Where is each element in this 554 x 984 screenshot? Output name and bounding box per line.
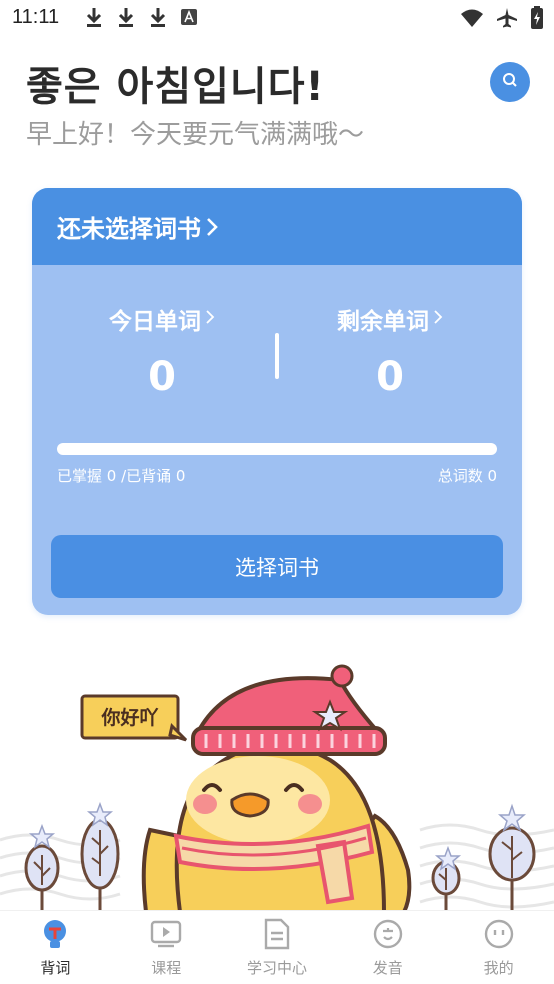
wordbook-card: 还未选择词书 今日单词 0 剩余单词 0 已掌握 0 /已背诵 0 总词数 0 … <box>32 188 522 615</box>
lightbulb-icon <box>38 917 72 951</box>
hello-bubble-text: 你好吖 <box>100 706 158 729</box>
nav-label-profile: 我的 <box>483 959 514 977</box>
nav-item-courses[interactable]: 课程 <box>111 911 222 984</box>
progress-bar <box>57 443 497 455</box>
bottom-navigation: 背词 课程 学习中心 发音 我的 <box>0 910 554 984</box>
mastered-count: 已掌握 0 /已背诵 0 <box>57 467 186 485</box>
remaining-words-stat: 剩余单词 0 <box>290 302 490 400</box>
tree-icon <box>431 845 462 912</box>
remaining-words-value: 0 <box>376 354 404 400</box>
status-time: 11:11 <box>12 6 60 28</box>
nav-label-memorize: 背词 <box>40 959 71 977</box>
wifi-icon <box>460 8 484 32</box>
today-words-stat: 今日单词 0 <box>62 302 262 400</box>
download-icon <box>84 6 104 32</box>
stat-divider <box>275 333 279 379</box>
document-icon <box>260 917 294 951</box>
remaining-words-label: 剩余单词 <box>337 309 429 335</box>
chevron-right-icon <box>205 216 219 238</box>
nav-item-study-center[interactable]: 学习中心 <box>222 911 333 984</box>
keyboard-a-icon <box>180 8 198 30</box>
remaining-words-link[interactable]: 剩余单词 <box>290 302 490 336</box>
greeting-chinese: 早上好！今天要元气满满哦～ <box>26 120 365 150</box>
nav-item-profile[interactable]: 我的 <box>443 911 554 984</box>
today-words-link[interactable]: 今日单词 <box>62 302 262 336</box>
duck-illustration: 你好吖 <box>0 664 554 912</box>
chevron-right-icon <box>433 309 443 329</box>
nav-label-pronunciation: 发音 <box>372 959 403 977</box>
download-icon <box>148 6 168 32</box>
smiley-face-icon <box>482 917 516 951</box>
today-words-value: 0 <box>148 354 176 400</box>
speech-bubble-icon <box>371 917 405 951</box>
status-bar: 11:11 <box>0 0 554 38</box>
nav-item-memorize[interactable]: 背词 <box>0 911 111 984</box>
today-words-label: 今日单词 <box>109 309 201 335</box>
nav-label-courses: 课程 <box>151 959 182 977</box>
battery-charging-icon <box>530 6 544 34</box>
total-count: 总词数 0 <box>437 467 497 485</box>
search-button[interactable] <box>490 62 530 102</box>
hello-speech-bubble: 你好吖 <box>80 694 188 742</box>
airplane-mode-icon <box>496 7 518 33</box>
select-wordbook-button[interactable]: 选择词书 <box>51 535 503 598</box>
nav-label-study-center: 学习中心 <box>246 959 307 977</box>
choose-wordbook-header[interactable]: 还未选择词书 <box>32 188 522 265</box>
chevron-right-icon <box>205 309 215 329</box>
search-icon <box>501 71 519 93</box>
video-play-icon <box>149 917 183 951</box>
download-icon <box>116 6 136 32</box>
tree-icon <box>488 803 536 912</box>
nav-item-pronunciation[interactable]: 发音 <box>332 911 443 984</box>
greeting-korean: 좋은 아침입니다! <box>26 64 325 110</box>
card-title: 还未选择词书 <box>57 215 201 243</box>
